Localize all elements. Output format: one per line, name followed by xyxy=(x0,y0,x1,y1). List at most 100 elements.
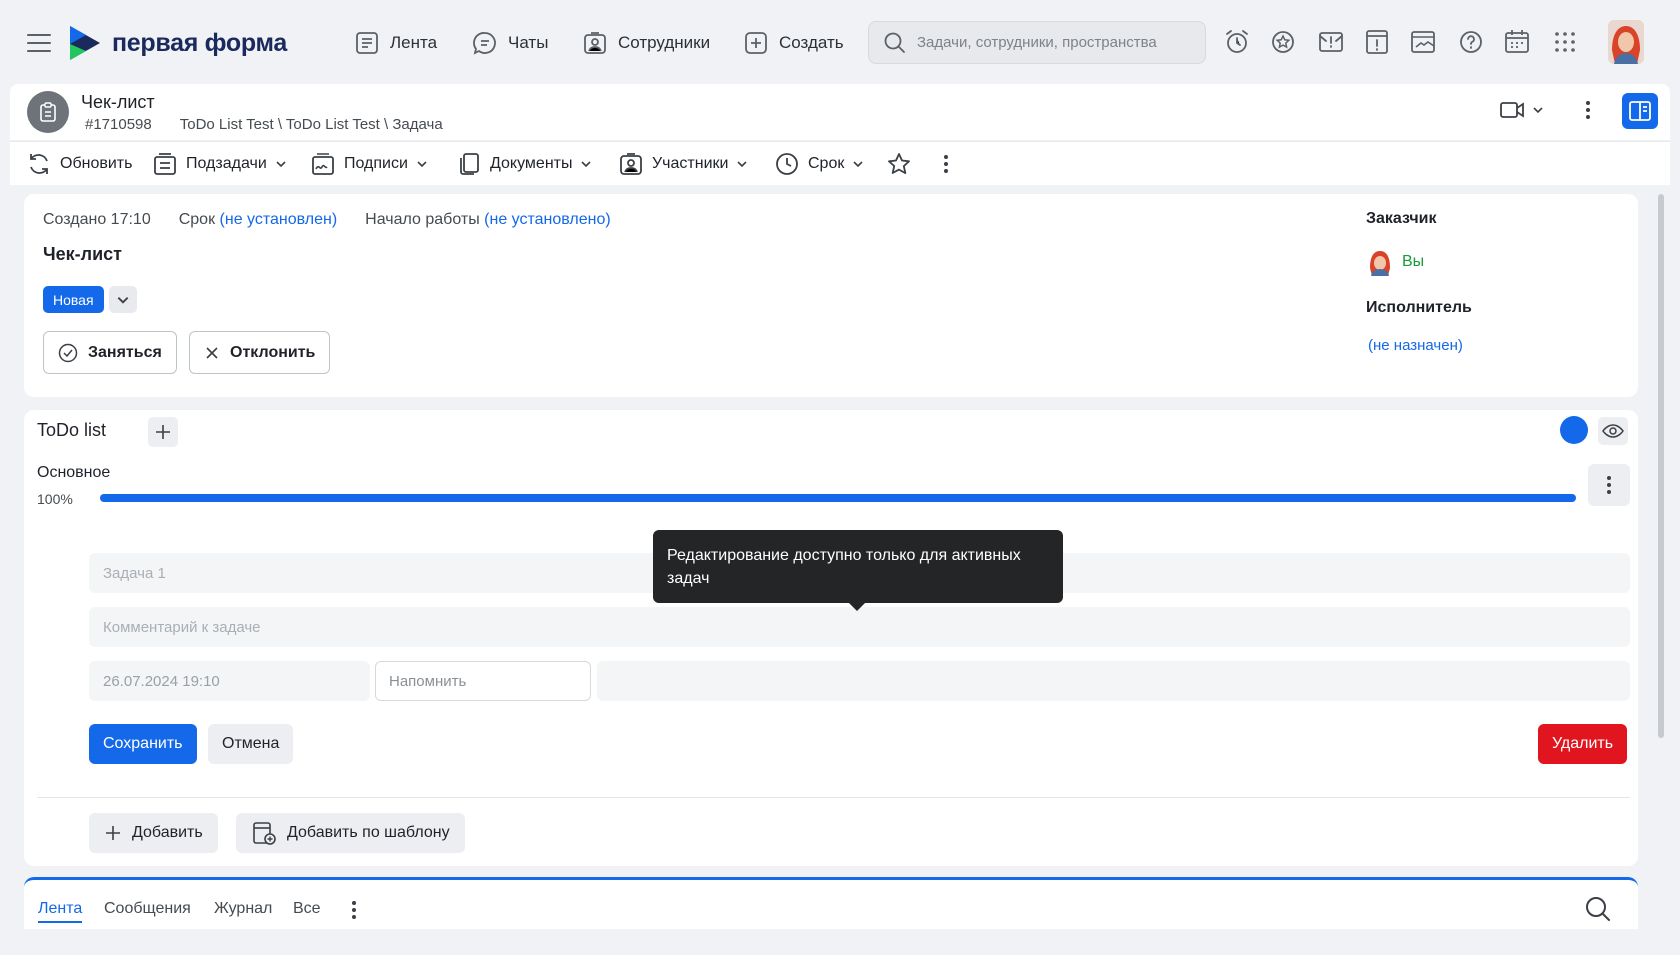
save-button[interactable]: Сохранить xyxy=(89,724,197,764)
deadline-field-label: Срок xyxy=(178,211,216,228)
tab-all[interactable]: Все xyxy=(293,900,321,918)
take-task-button[interactable]: Заняться xyxy=(43,331,177,374)
top-navigation-bar: первая форма Лента Чаты Сотрудники Созда… xyxy=(0,0,1680,84)
reject-task-label: Отклонить xyxy=(230,343,316,361)
task-dates: Создано 17:10 Срок (не установлен) Начал… xyxy=(43,211,611,229)
delete-button[interactable]: Удалить xyxy=(1538,724,1628,764)
signatures-label: Подписи xyxy=(344,155,408,172)
signatures-menu[interactable]: Подписи xyxy=(310,150,428,178)
participants-icon xyxy=(620,153,642,175)
toolbar-more-button[interactable] xyxy=(938,150,954,178)
global-search[interactable] xyxy=(868,21,1206,64)
add-item-label: Добавить xyxy=(132,824,203,841)
nav-employees[interactable]: Сотрудники xyxy=(582,26,710,60)
status-dropdown-button[interactable] xyxy=(109,286,137,313)
nav-create-label: Создать xyxy=(779,33,844,52)
employees-icon xyxy=(584,32,606,54)
documents-icon xyxy=(460,153,479,175)
add-checklist-button[interactable] xyxy=(148,417,178,447)
check-circle-icon xyxy=(58,343,78,362)
add-item-button[interactable]: Добавить xyxy=(89,813,218,853)
subtasks-menu[interactable]: Подзадачи xyxy=(152,150,287,178)
template-add-icon xyxy=(253,822,276,845)
task-title: Чек-лист xyxy=(43,244,122,264)
chevron-down-icon xyxy=(117,296,129,304)
status-badge[interactable]: Новая xyxy=(43,286,104,313)
section-more-button[interactable] xyxy=(1588,464,1630,506)
plus-square-icon xyxy=(745,32,767,54)
plus-icon xyxy=(156,425,170,439)
media-icon[interactable] xyxy=(1408,27,1438,57)
mail-alert-icon[interactable] xyxy=(1316,27,1346,57)
chevron-down-icon xyxy=(417,161,427,168)
task-comment-input[interactable] xyxy=(89,607,1630,647)
tab-journal[interactable]: Журнал xyxy=(214,900,272,918)
side-panel-toggle[interactable] xyxy=(1622,93,1658,129)
start-field: Начало работы (не установлено) xyxy=(365,211,611,229)
menu-icon[interactable] xyxy=(26,30,52,56)
deadline-label: Срок xyxy=(808,155,845,172)
customer-label: Заказчик xyxy=(1366,210,1437,227)
add-from-template-button[interactable]: Добавить по шаблону xyxy=(236,813,465,853)
reject-task-button[interactable]: Отклонить xyxy=(189,331,331,374)
feed-icon xyxy=(356,32,378,54)
tab-messages[interactable]: Сообщения xyxy=(104,900,191,918)
customer-name: Вы xyxy=(1402,253,1425,270)
nav-feed[interactable]: Лента xyxy=(354,26,437,60)
start-field-label: Начало работы xyxy=(365,211,480,228)
refresh-button[interactable]: Обновить xyxy=(26,150,132,178)
documents-menu[interactable]: Документы xyxy=(456,150,592,178)
documents-label: Документы xyxy=(490,155,573,172)
document-alert-icon[interactable] xyxy=(1362,27,1392,57)
user-avatar[interactable] xyxy=(1608,20,1644,64)
refresh-icon xyxy=(30,154,48,174)
chevron-down-icon xyxy=(581,161,592,168)
task-date-input[interactable] xyxy=(89,661,370,701)
subtasks-icon xyxy=(154,153,176,175)
more-vertical-icon xyxy=(944,155,948,173)
favorite-button[interactable] xyxy=(886,150,912,178)
task-toolbar: Обновить Подзадачи Подписи Документы Уча… xyxy=(10,141,1670,185)
assignee-value-link[interactable]: (не назначен) xyxy=(1368,337,1463,354)
nav-chats-label: Чаты xyxy=(508,33,549,52)
visibility-toggle[interactable] xyxy=(1598,417,1628,445)
assignee-label: Исполнитель xyxy=(1366,299,1472,316)
close-icon xyxy=(206,346,218,359)
divider xyxy=(37,797,1630,798)
progress-percent: 100% xyxy=(37,491,73,507)
search-icon[interactable] xyxy=(1584,895,1612,923)
remind-input[interactable] xyxy=(375,661,591,701)
calendar-icon[interactable] xyxy=(1502,27,1532,57)
participants-menu[interactable]: Участники xyxy=(618,150,748,178)
cancel-button[interactable]: Отмена xyxy=(208,724,294,764)
deadline-value-link[interactable]: (не установлен) xyxy=(220,211,338,228)
search-icon xyxy=(884,32,905,53)
logo[interactable]: первая форма xyxy=(68,24,287,62)
video-camera-icon xyxy=(1500,102,1524,118)
signature-icon xyxy=(312,153,334,175)
color-indicator-button[interactable] xyxy=(1560,416,1588,444)
help-icon[interactable] xyxy=(1456,27,1486,57)
start-value-link[interactable]: (не установлено) xyxy=(484,211,611,228)
deadline-menu[interactable]: Срок xyxy=(774,150,864,178)
star-circle-icon[interactable] xyxy=(1268,27,1298,57)
more-vertical-icon[interactable] xyxy=(1578,96,1598,124)
scrollbar[interactable] xyxy=(1658,194,1664,738)
tab-feed[interactable]: Лента xyxy=(38,900,83,923)
nav-create[interactable]: Создать xyxy=(743,26,844,60)
task-info-card: Создано 17:10 Срок (не установлен) Начал… xyxy=(24,194,1638,397)
tabs-more-icon[interactable] xyxy=(346,898,362,922)
task-meta: #1710598 ToDo List Test \ ToDo List Test… xyxy=(85,116,443,133)
todo-list-card: ToDo list Основное 100% Сохранить Отмена… xyxy=(24,410,1638,866)
tooltip: Редактирование доступно только для актив… xyxy=(653,530,1063,611)
video-call-button[interactable] xyxy=(1498,96,1544,124)
nav-chats[interactable]: Чаты xyxy=(472,26,548,60)
customer-user[interactable]: Вы xyxy=(1368,248,1424,276)
breadcrumb[interactable]: ToDo List Test \ ToDo List Test \ Задача xyxy=(180,116,443,133)
alarm-icon[interactable] xyxy=(1222,27,1252,57)
apps-grid-icon[interactable] xyxy=(1550,27,1580,57)
search-input[interactable] xyxy=(917,34,1187,51)
logo-text: первая форма xyxy=(112,28,287,57)
empty-field[interactable] xyxy=(597,661,1630,701)
take-task-label: Заняться xyxy=(88,343,162,361)
